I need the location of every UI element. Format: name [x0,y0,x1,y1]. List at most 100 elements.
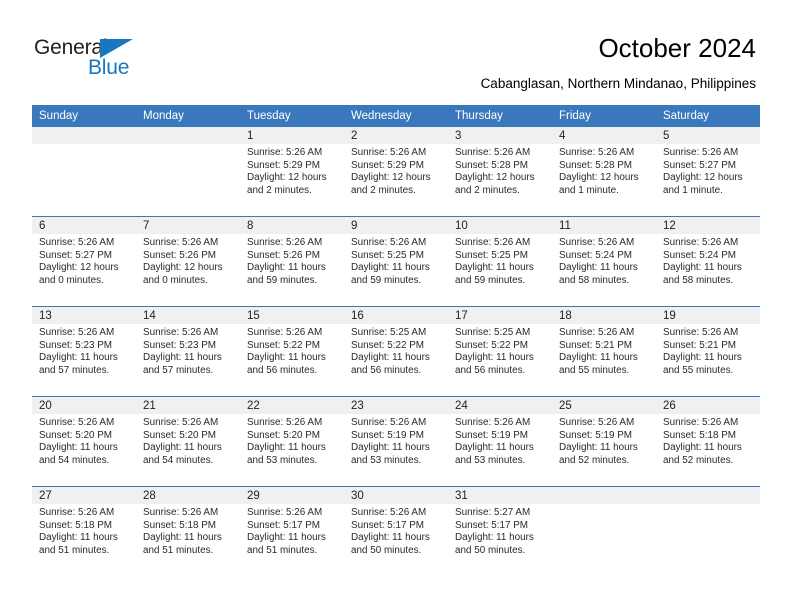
day-number: 1 [240,127,344,144]
calendar-day-cell[interactable]: 24 Sunrise: 5:26 AM Sunset: 5:19 PM Dayligh… [448,396,552,487]
day-number: 11 [552,217,656,234]
day-sun-info: Sunrise: 5:26 AM Sunset: 5:29 PM Daylight:… [240,144,344,197]
sunset-text: Sunset: 5:20 PM [247,429,321,441]
day-number: 21 [136,397,240,414]
day-number: 10 [448,217,552,234]
daylight-text: Daylight: 11 hours and 51 minutes. [143,532,222,556]
calendar-day-cell[interactable]: 29 Sunrise: 5:26 AM Sunset: 5:17 PM Dayligh… [240,486,344,576]
calendar-day-cell[interactable]: 6 Sunrise: 5:26 AM Sunset: 5:27 PM Daylight… [32,216,136,307]
calendar-day-cell[interactable]: 28 Sunrise: 5:26 AM Sunset: 5:18 PM Dayligh… [136,486,240,576]
calendar-day-cell[interactable]: 13 Sunrise: 5:26 AM Sunset: 5:23 PM Dayligh… [32,306,136,397]
calendar-day-cell[interactable]: 1 Sunrise: 5:26 AM Sunset: 5:29 PM Daylight… [240,127,344,217]
calendar-day-cell[interactable]: 30 Sunrise: 5:26 AM Sunset: 5:17 PM Dayligh… [344,486,448,576]
calendar-day-cell[interactable]: 20 Sunrise: 5:26 AM Sunset: 5:20 PM Dayligh… [32,396,136,487]
day-sun-info: Sunrise: 5:26 AM Sunset: 5:19 PM Daylight:… [448,414,552,467]
sunrise-text: Sunrise: 5:26 AM [663,327,739,338]
sunrise-text: Sunrise: 5:25 AM [455,327,531,338]
daylight-text: Daylight: 11 hours and 59 minutes. [455,262,534,286]
day-sun-info: Sunrise: 5:26 AM Sunset: 5:25 PM Daylight:… [448,234,552,287]
daylight-text: Daylight: 12 hours and 2 minutes. [351,172,431,196]
day-number: 30 [344,487,448,504]
weekday-header-tuesday: Tuesday [240,105,344,127]
daylight-text: Daylight: 11 hours and 56 minutes. [455,352,534,376]
calendar-day-cell[interactable]: 26 Sunrise: 5:26 AM Sunset: 5:18 PM Dayligh… [656,396,760,487]
daylight-text: Daylight: 11 hours and 53 minutes. [247,442,326,466]
daylight-text: Daylight: 11 hours and 58 minutes. [663,262,742,286]
sunrise-text: Sunrise: 5:26 AM [247,237,323,248]
day-number: 14 [136,307,240,324]
day-sun-info: Sunrise: 5:26 AM Sunset: 5:26 PM Daylight:… [136,234,240,287]
day-sun-info [136,144,240,147]
calendar-day-cell[interactable]: 2 Sunrise: 5:26 AM Sunset: 5:29 PM Daylight… [344,127,448,217]
calendar-day-cell[interactable]: 21 Sunrise: 5:26 AM Sunset: 5:20 PM Dayligh… [136,396,240,487]
sunset-text: Sunset: 5:18 PM [39,519,113,531]
calendar-day-cell[interactable]: 27 Sunrise: 5:26 AM Sunset: 5:18 PM Dayligh… [32,486,136,576]
sunrise-text: Sunrise: 5:26 AM [351,147,427,158]
sunset-text: Sunset: 5:24 PM [559,249,633,261]
calendar-day-cell[interactable]: 23 Sunrise: 5:26 AM Sunset: 5:19 PM Dayligh… [344,396,448,487]
calendar-day-cell[interactable]: 31 Sunrise: 5:27 AM Sunset: 5:17 PM Dayligh… [448,486,552,576]
calendar-day-cell[interactable]: 25 Sunrise: 5:26 AM Sunset: 5:19 PM Dayligh… [552,396,656,487]
calendar-day-cell[interactable]: 9 Sunrise: 5:26 AM Sunset: 5:25 PM Daylight… [344,216,448,307]
day-number: 31 [448,487,552,504]
sunrise-text: Sunrise: 5:26 AM [39,417,115,428]
calendar-week-row: 20 Sunrise: 5:26 AM Sunset: 5:20 PM Dayligh… [32,396,760,487]
calendar-day-cell[interactable]: 19 Sunrise: 5:26 AM Sunset: 5:21 PM Dayligh… [656,306,760,397]
calendar-day-cell[interactable]: 7 Sunrise: 5:26 AM Sunset: 5:26 PM Daylight… [136,216,240,307]
sunset-text: Sunset: 5:19 PM [559,429,633,441]
sunset-text: Sunset: 5:25 PM [351,249,425,261]
day-sun-info: Sunrise: 5:26 AM Sunset: 5:20 PM Daylight:… [136,414,240,467]
calendar-day-cell[interactable]: 8 Sunrise: 5:26 AM Sunset: 5:26 PM Daylight… [240,216,344,307]
calendar-day-cell[interactable]: 15 Sunrise: 5:26 AM Sunset: 5:22 PM Dayligh… [240,306,344,397]
day-number: 25 [552,397,656,414]
calendar-day-cell[interactable]: 3 Sunrise: 5:26 AM Sunset: 5:28 PM Daylight… [448,127,552,217]
calendar-day-cell[interactable]: 11 Sunrise: 5:26 AM Sunset: 5:24 PM Dayligh… [552,216,656,307]
day-sun-info: Sunrise: 5:26 AM Sunset: 5:29 PM Daylight:… [344,144,448,197]
sunset-text: Sunset: 5:28 PM [455,159,529,171]
calendar-day-cell[interactable]: 5 Sunrise: 5:26 AM Sunset: 5:27 PM Daylight… [656,127,760,217]
sunset-text: Sunset: 5:29 PM [351,159,425,171]
day-sun-info: Sunrise: 5:26 AM Sunset: 5:24 PM Daylight:… [656,234,760,287]
sunrise-text: Sunrise: 5:26 AM [39,327,115,338]
calendar-day-cell[interactable]: 17 Sunrise: 5:25 AM Sunset: 5:22 PM Dayligh… [448,306,552,397]
daylight-text: Daylight: 11 hours and 56 minutes. [351,352,430,376]
daylight-text: Daylight: 11 hours and 52 minutes. [663,442,742,466]
sunset-text: Sunset: 5:17 PM [351,519,425,531]
day-sun-info: Sunrise: 5:26 AM Sunset: 5:23 PM Daylight:… [136,324,240,377]
sunset-text: Sunset: 5:19 PM [455,429,529,441]
daylight-text: Daylight: 11 hours and 57 minutes. [39,352,118,376]
calendar-day-cell[interactable]: 18 Sunrise: 5:26 AM Sunset: 5:21 PM Dayligh… [552,306,656,397]
calendar-body: 1 Sunrise: 5:26 AM Sunset: 5:29 PM Daylight… [32,127,760,576]
sunset-text: Sunset: 5:23 PM [143,339,217,351]
sunrise-text: Sunrise: 5:26 AM [455,147,531,158]
day-number: 22 [240,397,344,414]
day-number: 23 [344,397,448,414]
calendar-day-cell[interactable]: 10 Sunrise: 5:26 AM Sunset: 5:25 PM Dayligh… [448,216,552,307]
day-sun-info: Sunrise: 5:26 AM Sunset: 5:17 PM Daylight:… [240,504,344,557]
sunset-text: Sunset: 5:26 PM [143,249,217,261]
day-number: 27 [32,487,136,504]
calendar-day-cell[interactable]: 22 Sunrise: 5:26 AM Sunset: 5:20 PM Dayligh… [240,396,344,487]
calendar-day-cell[interactable]: 14 Sunrise: 5:26 AM Sunset: 5:23 PM Dayligh… [136,306,240,397]
calendar-day-cell[interactable]: 12 Sunrise: 5:26 AM Sunset: 5:24 PM Dayligh… [656,216,760,307]
sunrise-text: Sunrise: 5:26 AM [455,237,531,248]
day-sun-info: Sunrise: 5:26 AM Sunset: 5:28 PM Daylight:… [448,144,552,197]
day-number: 7 [136,217,240,234]
sunrise-text: Sunrise: 5:26 AM [39,237,115,248]
day-sun-info: Sunrise: 5:26 AM Sunset: 5:21 PM Daylight:… [656,324,760,377]
day-number: 16 [344,307,448,324]
day-sun-info: Sunrise: 5:26 AM Sunset: 5:18 PM Daylight:… [32,504,136,557]
weekday-header-monday: Monday [136,105,240,127]
sunrise-text: Sunrise: 5:26 AM [247,507,323,518]
day-number: 5 [656,127,760,144]
sunrise-text: Sunrise: 5:26 AM [143,507,219,518]
daylight-text: Daylight: 12 hours and 1 minute. [559,172,639,196]
day-sun-info: Sunrise: 5:26 AM Sunset: 5:27 PM Daylight:… [656,144,760,197]
day-sun-info [552,504,656,507]
calendar-day-cell[interactable]: 4 Sunrise: 5:26 AM Sunset: 5:28 PM Daylight… [552,127,656,217]
daylight-text: Daylight: 11 hours and 53 minutes. [351,442,430,466]
day-sun-info: Sunrise: 5:26 AM Sunset: 5:25 PM Daylight:… [344,234,448,287]
daylight-text: Daylight: 12 hours and 0 minutes. [39,262,119,286]
calendar-day-cell[interactable]: 16 Sunrise: 5:25 AM Sunset: 5:22 PM Dayligh… [344,306,448,397]
day-number: 4 [552,127,656,144]
